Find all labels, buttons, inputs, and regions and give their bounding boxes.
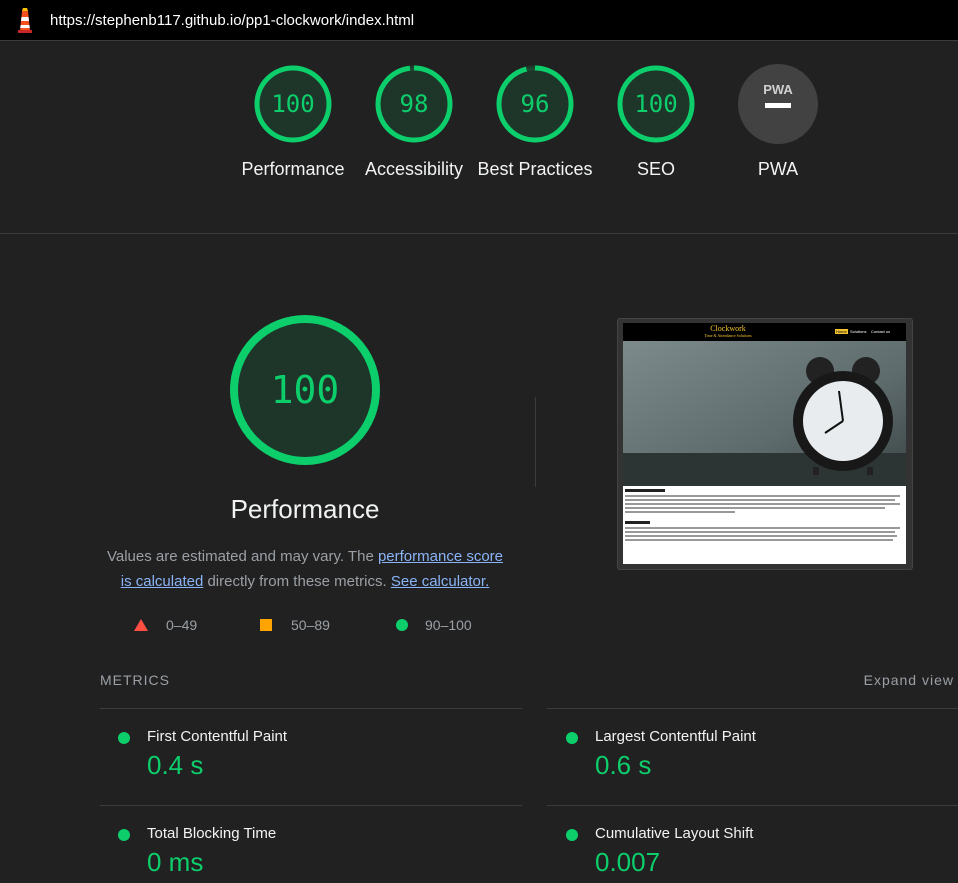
alarm-clock-hero-image <box>623 341 906 486</box>
gauge-seo[interactable]: 100 SEO <box>596 63 716 182</box>
pwa-badge-icon: PWA <box>738 64 818 144</box>
report-header: https://stephenb117.github.io/pp1-clockw… <box>0 0 958 41</box>
metric-name: Total Blocking Time <box>147 825 277 842</box>
gauge-score: 100 <box>634 90 677 118</box>
gauge-label: PWA <box>757 159 799 179</box>
pass-dot-icon <box>566 829 578 841</box>
legend-pass: 90–100 <box>396 617 472 633</box>
performance-big-gauge: 100 <box>230 315 380 465</box>
screenshot-nav-home: Home <box>835 329 848 334</box>
square-average-icon <box>260 619 272 631</box>
metric-value: 0.007 <box>595 847 661 877</box>
gauge-label: SEO <box>636 159 675 179</box>
performance-gauge-ring: 100 <box>254 65 332 143</box>
gauge-accessibility[interactable]: 98 Accessibility <box>354 63 474 182</box>
gauge-best-practices[interactable]: 96 Best Practices <box>475 63 595 182</box>
metric-divider <box>100 805 522 806</box>
gauge-pwa[interactable]: PWA PWA <box>718 63 838 182</box>
pass-dot-icon <box>118 829 130 841</box>
legend-pass-range: 90–100 <box>425 617 472 633</box>
gauge-label: Accessibility <box>364 159 464 179</box>
triangle-fail-icon <box>134 619 148 631</box>
metric-name: Cumulative Layout Shift <box>595 825 754 842</box>
score-summary: 100 Performance 98 Accessibility 96 Best… <box>0 41 958 233</box>
vertical-divider <box>535 397 536 487</box>
desc-text: Values are estimated and may vary. The <box>106 548 378 565</box>
lighthouse-icon <box>18 8 32 33</box>
pass-dot-icon <box>118 732 130 744</box>
screenshot-text-block <box>623 486 906 546</box>
metric-value: 0.4 s <box>147 750 204 780</box>
metric-divider <box>100 708 522 709</box>
seo-gauge-ring: 100 <box>617 65 695 143</box>
screenshot-header: Clockwork Time & Attendance Solutions Ho… <box>623 323 906 341</box>
metrics-heading: METRICS <box>100 672 170 688</box>
accessibility-gauge-ring: 98 <box>375 65 453 143</box>
metric-name: First Contentful Paint <box>147 728 288 745</box>
gauge-performance[interactable]: 100 Performance <box>233 63 353 182</box>
pass-dot-icon <box>566 732 578 744</box>
gauge-label: Best Practices <box>477 159 593 179</box>
screenshot-nav-solutions: Solutions <box>850 329 867 334</box>
legend-average-range: 50–89 <box>291 617 330 633</box>
circle-pass-icon <box>396 619 408 631</box>
legend-fail-range: 0–49 <box>166 617 198 633</box>
gauge-score: 96 <box>521 90 550 118</box>
metric-name: Largest Contentful Paint <box>595 728 756 745</box>
best-practices-gauge-ring: 96 <box>496 65 574 143</box>
pwa-badge-text: PWA <box>763 82 793 97</box>
screenshot-site-title: Clockwork <box>710 324 746 333</box>
legend-average: 50–89 <box>260 617 330 633</box>
gauge-label: Performance <box>241 159 345 179</box>
legend-fail: 0–49 <box>134 617 197 633</box>
desc-text-middle: directly from these metrics. <box>203 573 391 590</box>
metric-divider <box>547 708 958 709</box>
section-divider <box>0 233 958 234</box>
metric-divider <box>547 805 958 806</box>
metric-value: 0.6 s <box>595 750 652 780</box>
see-calculator-link[interactable]: See calculator. <box>391 573 489 590</box>
page-url[interactable]: https://stephenb117.github.io/pp1-clockw… <box>50 12 414 29</box>
expand-view-toggle[interactable]: Expand view <box>864 672 954 688</box>
big-gauge-score: 100 <box>271 368 340 412</box>
screenshot-site-subtitle: Time & Attendance Solutions <box>704 333 752 338</box>
final-screenshot[interactable]: Clockwork Time & Attendance Solutions Ho… <box>617 318 913 570</box>
screenshot-nav-contact: Contact us <box>871 329 891 334</box>
performance-description: Values are estimated and may vary. The p… <box>100 544 510 594</box>
metric-value: 0 ms <box>147 847 204 877</box>
gauge-score: 98 <box>400 90 429 118</box>
gauge-score: 100 <box>271 90 314 118</box>
screenshot-page: Clockwork Time & Attendance Solutions Ho… <box>623 323 906 564</box>
performance-title: Performance <box>230 494 380 524</box>
